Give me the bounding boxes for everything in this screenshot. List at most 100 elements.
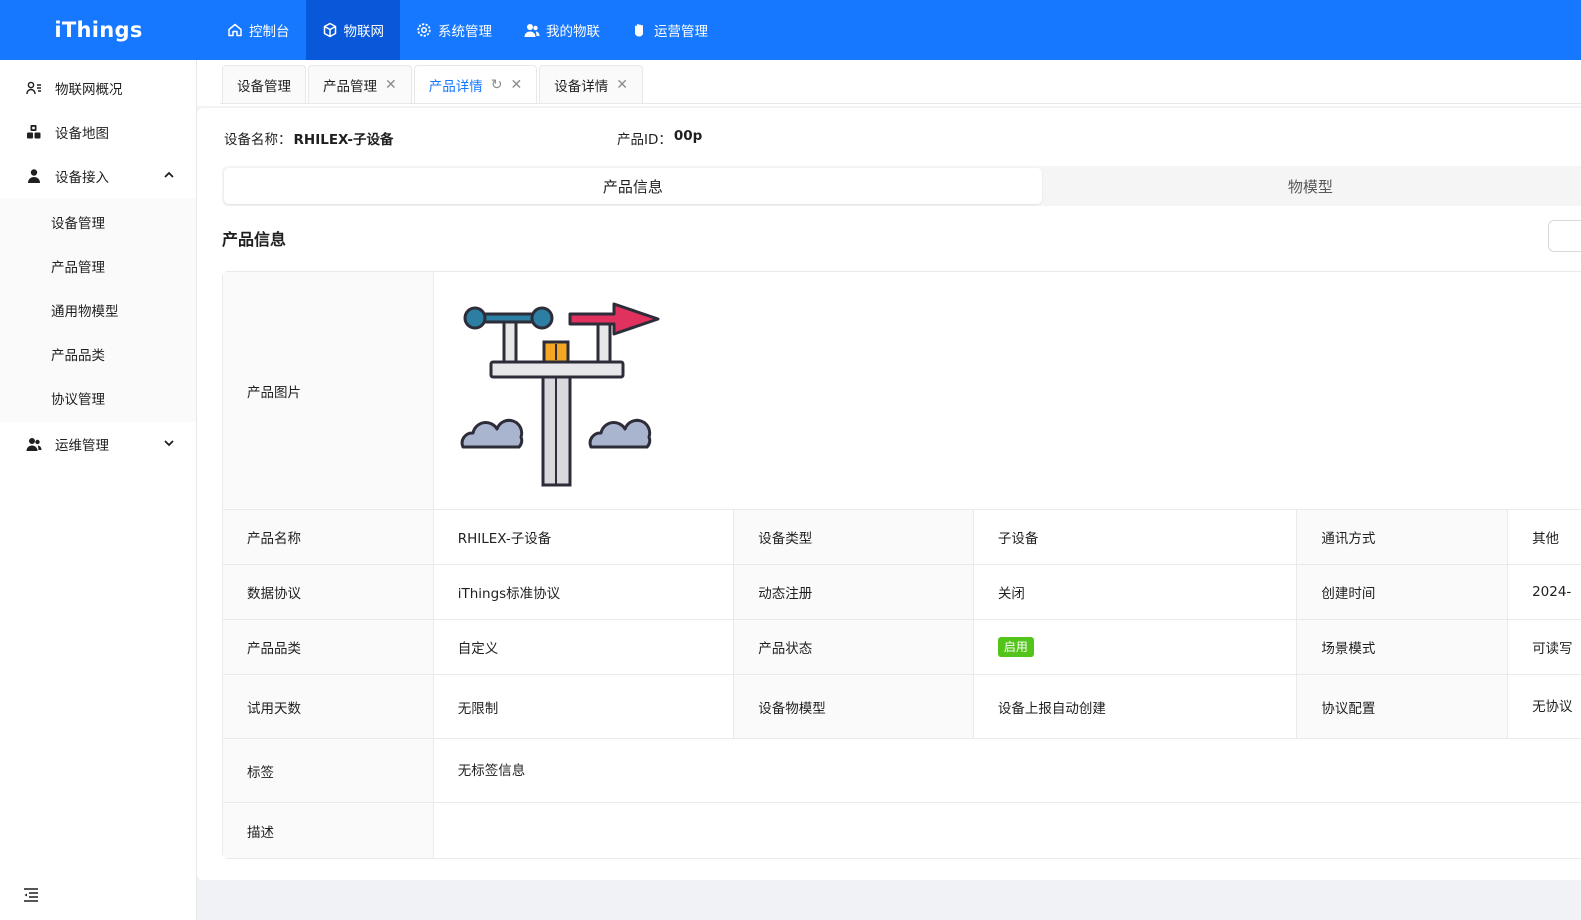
topnav-label: 运营管理 [654, 24, 708, 40]
hand-icon [635, 24, 643, 37]
edit-button[interactable] [1548, 220, 1581, 252]
team-icon [26, 438, 42, 451]
sidebar-subitem-product-management[interactable]: 产品管理 [0, 244, 196, 288]
tab-label: 设备管理 [237, 78, 291, 95]
topnav-label: 我的物联 [546, 24, 600, 40]
tab-device-management[interactable]: 设备管理 [222, 65, 306, 103]
tab-label: 产品管理 [323, 78, 377, 95]
row-1: 产品名称 RHILEX-子设备 设备类型 子设备 通讯方式 其他 [223, 510, 1581, 565]
sidebar-item-ops-management[interactable]: 运维管理 [0, 422, 196, 466]
app-logo[interactable]: iThings [0, 0, 197, 60]
label-device-type: 设备类型 [734, 510, 974, 564]
value-data-protocol: iThings标准协议 [433, 565, 735, 619]
value-description [433, 803, 1581, 858]
status-badge: 启用 [997, 637, 1034, 657]
topnav-system[interactable]: 系统管理 [400, 0, 508, 60]
topnav-label: 物联网 [343, 24, 385, 40]
cube-icon [323, 22, 336, 38]
sidebar-subitem-protocol-management[interactable]: 协议管理 [0, 376, 196, 420]
label-protocol-config: 协议配置 [1297, 675, 1509, 738]
content-card: 设备名称： RHILEX-子设备 产品ID： 00p 产品信息 物模型 产品信息… [197, 108, 1581, 880]
submenu-device-access: 设备管理 产品管理 通用物模型 产品品类 协议管理 [0, 198, 196, 422]
tab-device-detail[interactable]: 设备详情 ✕ [539, 65, 643, 103]
sidebar-item-label: 物联网概况 [55, 82, 123, 98]
device-name-value: RHILEX-子设备 [293, 132, 394, 148]
chevron-down-icon[interactable] [162, 436, 176, 450]
value-device-type: 子设备 [973, 510, 1298, 564]
menu-collapse-icon[interactable] [22, 886, 40, 904]
home-icon [228, 23, 242, 37]
user-icon [28, 169, 40, 183]
close-icon[interactable]: ✕ [510, 77, 522, 93]
product-image-cell [433, 272, 1581, 509]
value-created-time: 2024- [1508, 565, 1581, 619]
sidebar-item-label: 运维管理 [55, 438, 109, 454]
product-id-value: 00p [673, 128, 703, 144]
close-icon[interactable]: ✕ [385, 77, 397, 93]
device-name-meta: 设备名称： RHILEX-子设备 [224, 128, 393, 148]
tab-label: 设备详情 [554, 78, 609, 95]
value-protocol-config: 无协议 [1508, 675, 1581, 738]
sidebar: 物联网概况 设备地图 设备接入 设备管理 产品管理 通用物模型 产品品类 协议管… [0, 60, 197, 920]
row-tags: 标签 无标签信息 [223, 739, 1581, 803]
label-product-name: 产品名称 [223, 510, 434, 564]
tab-label: 产品详情 [428, 78, 483, 95]
segment-thing-model[interactable]: 物模型 [1042, 168, 1579, 204]
label-trial-days: 试用天数 [223, 675, 434, 738]
sidebar-item-label: 设备地图 [55, 126, 109, 142]
close-icon[interactable]: ✕ [616, 77, 628, 93]
label-product-category: 产品品类 [223, 620, 434, 674]
value-trial-days: 无限制 [433, 675, 735, 738]
topnav-label: 控制台 [249, 24, 290, 40]
topnav-my-iot[interactable]: 我的物联 [508, 0, 616, 60]
boxes-icon [27, 125, 41, 139]
label-product-status: 产品状态 [734, 620, 974, 674]
top-bar: iThings 控制台 物联网 系统管理 我的物联 运营管理 [0, 0, 1581, 60]
detail-segmented-control: 产品信息 物模型 [222, 166, 1581, 206]
chevron-up-icon[interactable] [162, 168, 176, 182]
sidebar-subitem-common-model[interactable]: 通用物模型 [0, 288, 196, 332]
sidebar-item-iot-overview[interactable]: 物联网概况 [0, 66, 196, 110]
topnav-dashboard[interactable]: 控制台 [211, 0, 306, 60]
tab-product-detail[interactable]: 产品详情 ↻ ✕ [413, 65, 538, 103]
device-name-label: 设备名称： [224, 132, 292, 148]
value-dynamic-register: 关闭 [973, 565, 1298, 619]
value-product-status: 启用 [973, 620, 1298, 674]
sidebar-item-label: 设备接入 [55, 170, 109, 186]
section-title: 产品信息 [222, 230, 287, 249]
top-nav: 控制台 物联网 系统管理 我的物联 运营管理 [211, 0, 724, 60]
label-product-image: 产品图片 [223, 272, 434, 509]
product-id-label: 产品ID： [617, 132, 672, 148]
row-2: 数据协议 iThings标准协议 动态注册 关闭 创建时间 2024- [223, 565, 1581, 620]
value-device-model: 设备上报自动创建 [973, 675, 1298, 738]
segment-product-info[interactable]: 产品信息 [224, 168, 1042, 204]
sidebar-subitem-product-category[interactable]: 产品品类 [0, 332, 196, 376]
topnav-label: 系统管理 [438, 24, 492, 40]
label-scene-mode: 场景模式 [1297, 620, 1509, 674]
row-3: 产品品类 自定义 产品状态 启用 场景模式 可读写 [223, 620, 1581, 675]
value-scene-mode: 可读写 [1508, 620, 1581, 674]
row-description: 描述 [223, 803, 1581, 858]
product-id-meta: 产品ID： 00p [617, 128, 702, 148]
page-tabs: 设备管理 产品管理 ✕ 产品详情 ↻ ✕ 设备详情 ✕ [220, 62, 1581, 104]
weather-station-image [460, 302, 660, 487]
label-created-time: 创建时间 [1297, 565, 1509, 619]
product-descriptions: 产品图片 产品名称 RHILEX-子设备 设备类型 子设备 通讯方式 其他 数据… [222, 271, 1581, 859]
sidebar-item-device-map[interactable]: 设备地图 [0, 110, 196, 154]
user-list-icon [26, 81, 41, 95]
row-image: 产品图片 [223, 272, 1581, 510]
topnav-iot[interactable]: 物联网 [305, 0, 400, 60]
value-product-name: RHILEX-子设备 [433, 510, 735, 564]
value-comm-method: 其他 [1508, 510, 1581, 564]
value-tags: 无标签信息 [433, 739, 1581, 802]
label-description: 描述 [223, 803, 434, 858]
sidebar-subitem-device-management[interactable]: 设备管理 [0, 200, 196, 244]
sidebar-item-device-access[interactable]: 设备接入 [0, 154, 196, 198]
topnav-operations[interactable]: 运营管理 [616, 0, 724, 60]
users-icon [524, 24, 540, 37]
label-comm-method: 通讯方式 [1297, 510, 1509, 564]
reload-icon[interactable]: ↻ [491, 77, 503, 93]
tab-product-management[interactable]: 产品管理 ✕ [308, 65, 412, 103]
label-dynamic-register: 动态注册 [734, 565, 974, 619]
row-4: 试用天数 无限制 设备物模型 设备上报自动创建 协议配置 无协议 [223, 675, 1581, 739]
